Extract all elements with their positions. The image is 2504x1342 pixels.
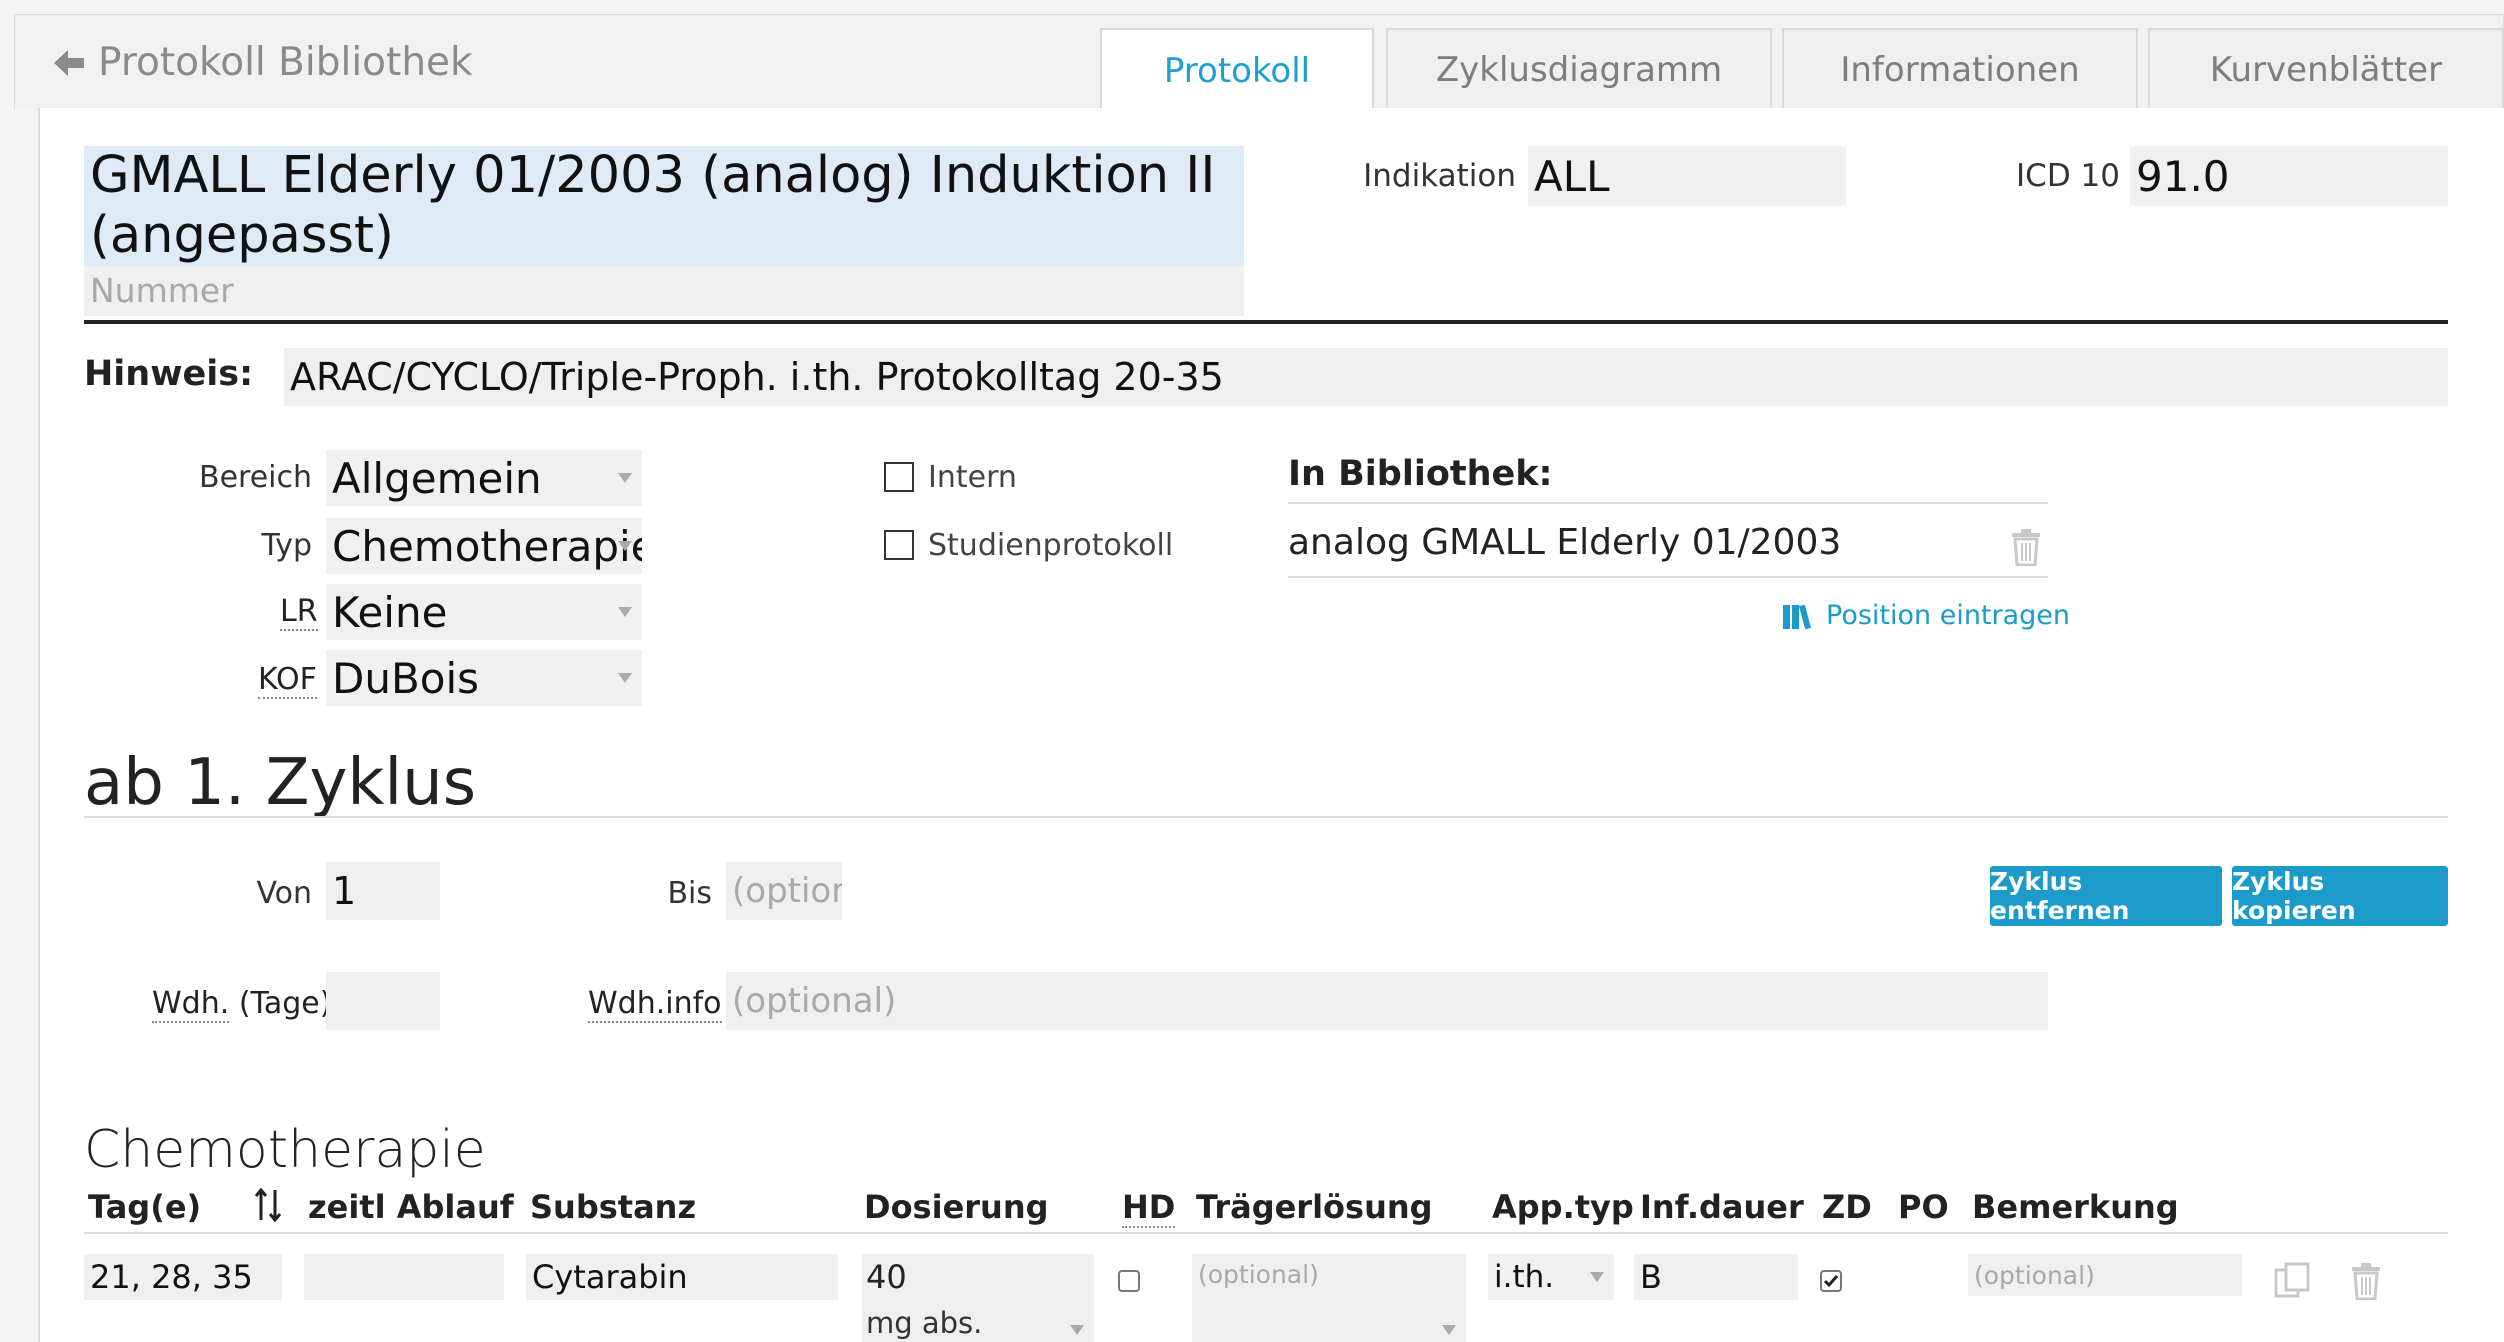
row-substanz-input[interactable]: Cytarabin — [526, 1254, 838, 1300]
col-header-traeger: Trägerlösung — [1196, 1188, 1433, 1226]
lr-select[interactable]: Keine — [326, 584, 642, 640]
typ-label: Typ — [261, 528, 312, 563]
typ-select[interactable]: Chemotherapie — [326, 518, 642, 574]
tab-label: Zyklusdiagramm — [1435, 50, 1723, 90]
kof-select[interactable]: DuBois — [326, 650, 642, 706]
bibliothek-heading: In Bibliothek: — [1288, 454, 1553, 494]
row-traeger-placeholder: (optional) — [1198, 1260, 1319, 1289]
tab-label: Informationen — [1840, 50, 2080, 90]
col-header-hd: HD — [1122, 1188, 1176, 1228]
col-header-po: PO — [1898, 1188, 1949, 1226]
indikation-label: Indikation — [1363, 158, 1516, 194]
bibliothek-divider-bottom — [1288, 576, 2048, 578]
zyklus-entfernen-button[interactable]: Zyklus entfernen — [1990, 866, 2222, 926]
back-link-label: Protokoll Bibliothek — [98, 40, 473, 85]
wdh-tage-input[interactable] — [326, 972, 440, 1030]
row-apptyp-select[interactable]: i.th. — [1488, 1254, 1614, 1300]
tab-zyklusdiagramm[interactable]: Zyklusdiagramm — [1386, 28, 1772, 110]
lr-abbr: LR — [280, 594, 318, 631]
col-header-apptyp: App.typ — [1492, 1188, 1634, 1226]
row-apptyp-value: i.th. — [1494, 1259, 1555, 1295]
tab-label: Kurvenblätter — [2209, 50, 2443, 90]
tab-protokoll[interactable]: Protokoll — [1100, 28, 1374, 112]
cycle-heading: ab 1. Zyklus — [84, 746, 477, 820]
wdh-info-abbr: Wdh.info — [588, 986, 722, 1023]
row-dosis-value: 40 — [866, 1258, 907, 1296]
chevron-down-icon — [1070, 1325, 1084, 1335]
row-zd-checkbox[interactable] — [1820, 1270, 1842, 1292]
zyklus-kopieren-button[interactable]: Zyklus kopieren — [2232, 866, 2448, 926]
bereich-label: Bereich — [198, 460, 312, 495]
bibliothek-divider — [1288, 502, 2048, 504]
row-zeitl-input[interactable] — [304, 1254, 504, 1300]
col-header-zeitl: zeitl Ablauf — [308, 1188, 514, 1226]
intern-checkbox[interactable] — [884, 462, 914, 492]
row-bemerkung-input[interactable]: (optional) — [1968, 1254, 2242, 1296]
chevron-down-icon — [618, 473, 632, 483]
copy-icon[interactable] — [2274, 1262, 2312, 1302]
wdh-tage-label: Wdh. (Tage) — [152, 986, 332, 1023]
bis-input[interactable]: (option — [726, 862, 842, 920]
wdh-abbr: Wdh. — [152, 986, 230, 1023]
intern-label: Intern — [928, 460, 1017, 495]
wdh-info-label: Wdh.info — [588, 986, 722, 1023]
chevron-down-icon — [618, 607, 632, 617]
indikation-input[interactable]: ALL — [1528, 146, 1846, 206]
position-eintragen-link[interactable]: Position eintragen — [1782, 600, 2070, 631]
sort-icon[interactable] — [254, 1187, 282, 1226]
studienprotokoll-checkbox[interactable] — [884, 530, 914, 560]
bis-label: Bis — [667, 876, 712, 911]
chevron-down-icon — [1442, 1325, 1456, 1335]
tab-informationen[interactable]: Informationen — [1782, 28, 2138, 110]
icd-input[interactable]: 91.0 — [2130, 146, 2448, 206]
books-icon — [1783, 604, 1812, 629]
row-einheit-value: mg abs. — [866, 1306, 983, 1340]
lr-value: Keine — [332, 587, 448, 637]
col-header-zd: ZD — [1822, 1188, 1872, 1226]
row-tage-input[interactable]: 21, 28, 35 — [84, 1254, 282, 1300]
col-header-infdauer: Inf.dauer — [1640, 1188, 1804, 1226]
row-hd-checkbox[interactable] — [1118, 1270, 1140, 1292]
trash-icon[interactable] — [2010, 528, 2042, 570]
tab-label: Protokoll — [1163, 51, 1311, 91]
lr-label: LR — [280, 594, 318, 631]
bereich-value: Allgemein — [332, 453, 542, 503]
title-divider — [84, 320, 2448, 324]
number-input[interactable]: Nummer — [84, 266, 1244, 316]
wdh-tage-suffix: (Tage) — [238, 986, 332, 1021]
bereich-select[interactable]: Allgemein — [326, 450, 642, 506]
col-header-bemerkung: Bemerkung — [1972, 1188, 2179, 1226]
chevron-down-icon — [618, 541, 632, 551]
von-input[interactable]: 1 — [326, 862, 440, 920]
von-label: Von — [256, 876, 312, 911]
kof-value: DuBois — [332, 653, 480, 703]
kof-abbr: KOF — [258, 662, 317, 699]
icd-label: ICD 10 — [2016, 158, 2120, 194]
hinweis-label: Hinweis: — [84, 354, 254, 394]
chevron-down-icon — [1590, 1272, 1604, 1282]
hinweis-input[interactable]: ARAC/CYCLO/Triple-Proph. i.th. Protokoll… — [284, 348, 2448, 406]
row-dosierung-field[interactable]: 40 mg abs. — [862, 1254, 1094, 1342]
protocol-title-input[interactable]: GMALL Elderly 01/2003 (analog) Induktion… — [84, 146, 1244, 266]
position-eintragen-label: Position eintragen — [1826, 600, 2071, 631]
kof-label: KOF — [258, 662, 317, 699]
checkmark-icon — [1823, 1275, 1839, 1288]
tab-kurvenblaetter[interactable]: Kurvenblätter — [2148, 28, 2504, 110]
col-header-substanz: Substanz — [530, 1188, 697, 1226]
arrow-left-icon — [54, 49, 84, 76]
bibliothek-entry: analog GMALL Elderly 01/2003 — [1288, 522, 1842, 563]
row-trash-icon[interactable] — [2350, 1262, 2382, 1304]
chemo-heading: Chemotherapie — [84, 1120, 486, 1180]
typ-value: Chemotherapie — [332, 521, 642, 571]
cycle-divider — [84, 816, 2448, 818]
row-infdauer-input[interactable]: B — [1634, 1254, 1798, 1300]
col-header-tage: Tag(e) — [88, 1188, 202, 1226]
col-header-dosierung: Dosierung — [864, 1188, 1049, 1226]
chevron-down-icon — [618, 673, 632, 683]
table-header-divider — [84, 1232, 2448, 1234]
row-traeger-select[interactable]: (optional) — [1192, 1254, 1466, 1342]
studienprotokoll-label: Studienprotokoll — [928, 528, 1174, 563]
wdh-info-input[interactable]: (optional) — [726, 972, 2048, 1030]
back-link[interactable]: Protokoll Bibliothek — [52, 40, 473, 85]
